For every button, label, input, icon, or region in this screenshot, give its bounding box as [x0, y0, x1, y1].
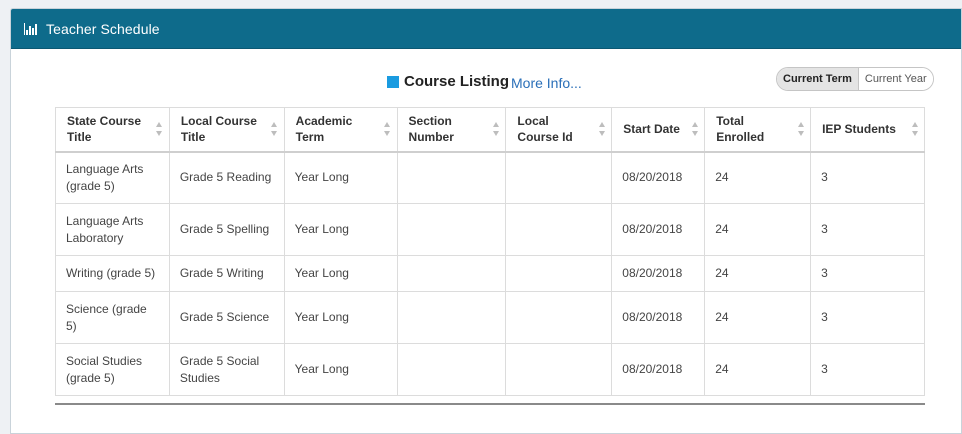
table-cell	[505, 255, 613, 292]
column-header[interactable]: Academic Term	[283, 107, 398, 153]
table-cell: Writing (grade 5)	[55, 255, 170, 292]
table-cell: 08/20/2018	[611, 291, 706, 344]
teacher-schedule-panel: Teacher Schedule Course Listing More Inf…	[10, 8, 962, 434]
column-header-label: Local Course Id	[517, 114, 573, 145]
table-cell: Year Long	[283, 255, 398, 292]
table-cell: Year Long	[283, 343, 398, 396]
course-listing-title: Course Listing	[387, 73, 509, 90]
column-header[interactable]: Local Course Title	[168, 107, 285, 153]
table-cell	[396, 203, 507, 256]
table-cell: 3	[810, 343, 925, 396]
panel-title: Teacher Schedule	[46, 20, 160, 37]
table-cell: Grade 5 Spelling	[168, 203, 285, 256]
sort-icon	[598, 122, 605, 136]
column-header[interactable]: Section Number	[396, 107, 507, 153]
table-cell: Language Arts (grade 5)	[55, 151, 170, 204]
sort-icon	[156, 122, 163, 136]
table-row: Social Studies (grade 5) Grade 5 Social …	[55, 343, 925, 396]
table-cell: 08/20/2018	[611, 255, 706, 292]
column-header[interactable]: Local Course Id	[505, 107, 613, 153]
table-cell: Year Long	[283, 203, 398, 256]
sort-icon	[492, 122, 499, 136]
column-header-label: Academic Term	[295, 114, 353, 145]
table-cell	[505, 343, 613, 396]
sort-icon	[271, 122, 278, 136]
table-cell: Year Long	[283, 291, 398, 344]
table-cell: Science (grade 5)	[55, 291, 170, 344]
table-cell: 24	[704, 255, 812, 292]
table-cell	[396, 291, 507, 344]
course-listing-label: Course Listing	[404, 73, 510, 90]
table-header-row: State Course Title Local Course Title Ac…	[55, 107, 925, 153]
table-cell: 3	[810, 151, 925, 204]
table-cell	[396, 151, 507, 204]
table-cell: 24	[704, 151, 812, 204]
table-cell: 3	[810, 203, 925, 256]
current-term-button[interactable]: Current Term	[777, 68, 859, 90]
table-cell: Grade 5 Reading	[168, 151, 285, 204]
sort-icon	[384, 122, 391, 136]
table-cell: 24	[704, 343, 812, 396]
panel-header: Teacher Schedule	[11, 9, 961, 49]
column-header[interactable]: Start Date	[611, 107, 706, 153]
table-cell: 08/20/2018	[611, 203, 706, 256]
course-table: State Course Title Local Course Title Ac…	[55, 107, 925, 396]
table-cell: 24	[704, 203, 812, 256]
column-header-label: Start Date	[623, 122, 680, 137]
bar-chart-icon	[24, 22, 40, 35]
column-header[interactable]: Total Enrolled	[704, 107, 812, 153]
table-cell: Grade 5 Science	[168, 291, 285, 344]
table-cell: 24	[704, 291, 812, 344]
term-toggle: Current Term Current Year	[776, 67, 934, 91]
table-cell: 3	[810, 291, 925, 344]
current-year-button[interactable]: Current Year	[858, 68, 933, 90]
table-cell: Language Arts Laboratory	[55, 203, 170, 256]
sort-icon	[797, 122, 804, 136]
table-cell: 08/20/2018	[611, 343, 706, 396]
table-cell	[505, 291, 613, 344]
table-row: Writing (grade 5) Grade 5 Writing Year L…	[55, 255, 925, 292]
sort-icon	[911, 122, 918, 136]
sort-icon	[691, 122, 698, 136]
table-cell: Grade 5 Social Studies	[168, 343, 285, 396]
table-cell	[505, 151, 613, 204]
table-cell: Social Studies (grade 5)	[55, 343, 170, 396]
table-cell	[505, 203, 613, 256]
legend-square-icon	[387, 75, 399, 88]
column-header-label: IEP Students	[822, 122, 896, 137]
table-cell: Grade 5 Writing	[168, 255, 285, 292]
column-header-label: Section Number	[408, 114, 454, 145]
column-header-label: State Course Title	[67, 114, 142, 145]
table-cell: 08/20/2018	[611, 151, 706, 204]
table-row: Language Arts Laboratory Grade 5 Spellin…	[55, 203, 925, 256]
table-cell	[396, 255, 507, 292]
column-header[interactable]: IEP Students	[810, 107, 925, 153]
table-cell: Year Long	[283, 151, 398, 204]
column-header-label: Local Course Title	[180, 114, 257, 145]
column-header-label: Total Enrolled	[716, 114, 765, 145]
table-row: Science (grade 5) Grade 5 Science Year L…	[55, 291, 925, 344]
table-cell: 3	[810, 255, 925, 292]
column-header[interactable]: State Course Title	[55, 107, 170, 153]
table-bottom-divider	[55, 403, 925, 405]
table-cell	[396, 343, 507, 396]
table-row: Language Arts (grade 5) Grade 5 Reading …	[55, 151, 925, 204]
more-info-link[interactable]: More Info...	[511, 75, 582, 91]
